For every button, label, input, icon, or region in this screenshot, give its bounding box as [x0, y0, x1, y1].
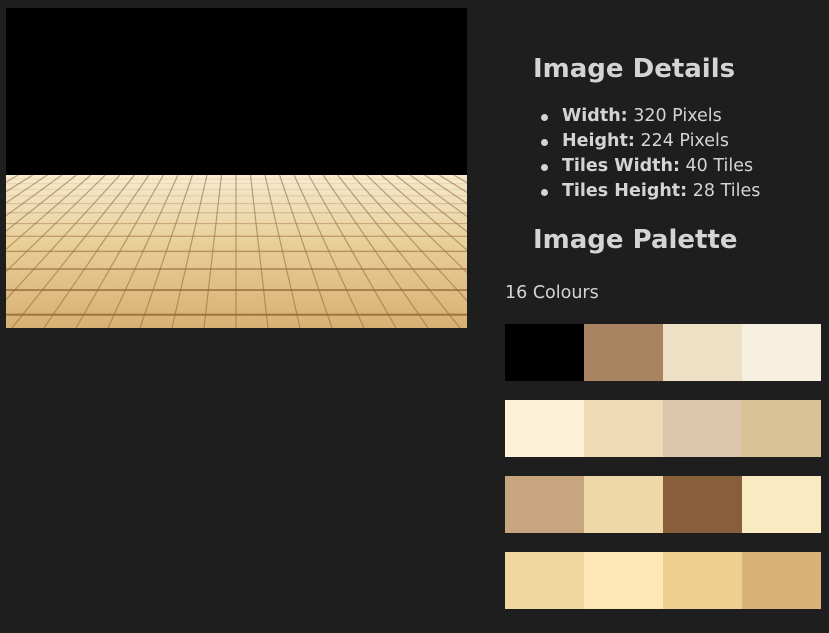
height-label: Height:	[562, 131, 635, 151]
palette-swatch	[742, 324, 821, 381]
palette-swatch	[584, 476, 663, 533]
palette-swatch	[505, 400, 584, 457]
palette-row	[505, 400, 821, 457]
palette-swatch	[742, 552, 821, 609]
tile-floor-image	[6, 8, 467, 328]
image-preview	[6, 8, 467, 328]
height-item: Height: 224 Pixels	[541, 129, 821, 154]
palette-swatch	[742, 400, 821, 457]
palette-row	[505, 552, 821, 609]
image-details-list: Width: 320 Pixels Height: 224 Pixels Til…	[505, 104, 821, 204]
palette-swatch	[742, 476, 821, 533]
palette-swatch	[505, 476, 584, 533]
palette-row	[505, 324, 821, 381]
height-value: 224 Pixels	[634, 131, 729, 151]
tiles-width-label: Tiles Width:	[562, 156, 680, 176]
details-panel: Image Details Width: 320 Pixels Height: …	[505, 0, 821, 609]
tiles-height-label: Tiles Height:	[562, 181, 688, 201]
palette-swatch	[505, 324, 584, 381]
colour-count: 16 Colours	[505, 283, 599, 303]
palette-swatch	[584, 552, 663, 609]
width-item: Width: 320 Pixels	[541, 104, 821, 129]
palette-swatches	[505, 324, 821, 609]
image-details-heading: Image Details	[533, 54, 736, 84]
palette-swatch	[663, 400, 742, 457]
width-label: Width:	[562, 106, 628, 126]
tiles-width-value: 40 Tiles	[679, 156, 754, 176]
palette-swatch	[584, 400, 663, 457]
palette-row	[505, 476, 821, 533]
width-value: 320 Pixels	[627, 106, 722, 126]
palette-swatch	[584, 324, 663, 381]
tiles-height-value: 28 Tiles	[687, 181, 761, 201]
palette-swatch	[505, 552, 584, 609]
tiles-width-item: Tiles Width: 40 Tiles	[541, 154, 821, 179]
palette-swatch	[663, 324, 742, 381]
tiles-height-item: Tiles Height: 28 Tiles	[541, 179, 821, 204]
black-sky-area	[6, 8, 467, 175]
palette-swatch	[663, 552, 742, 609]
image-palette-heading: Image Palette	[533, 225, 738, 255]
palette-swatch	[663, 476, 742, 533]
